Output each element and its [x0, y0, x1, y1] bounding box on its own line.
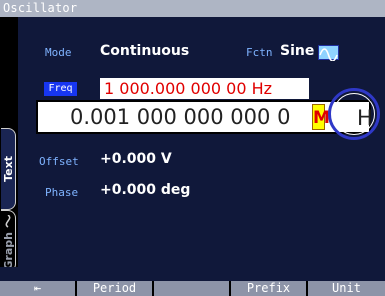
status-bar	[0, 267, 385, 281]
freq-value[interactable]: 1 000.000 000 00 Hz	[100, 78, 309, 99]
offset-label: Offset	[39, 155, 79, 168]
mode-label: Mode	[45, 46, 72, 59]
offset-value[interactable]: +0.000 V	[100, 151, 172, 167]
sine-wave-icon	[5, 215, 11, 228]
tab-text[interactable]: Text	[1, 128, 16, 210]
highlight-circle-inner	[333, 93, 375, 135]
tab-graph-label: Graph	[1, 232, 15, 270]
phase-label: Phase	[45, 186, 79, 199]
fctn-label: Fctn	[246, 46, 273, 59]
phase-value[interactable]: +0.000 deg	[100, 182, 190, 198]
freq-label: Freq	[44, 82, 77, 96]
period-button[interactable]: Period	[77, 281, 152, 296]
back-button[interactable]: ⇤	[0, 281, 75, 296]
tab-graph[interactable]: Graph	[1, 210, 16, 272]
edit-digits: 0.001 000 000 000 0	[70, 105, 291, 129]
unit-button[interactable]: Unit	[308, 281, 385, 296]
window-title: Oscillator	[0, 0, 385, 17]
empty-softkey[interactable]	[154, 281, 229, 296]
tab-text-label: Text	[1, 156, 15, 182]
fctn-value[interactable]: Sine	[280, 43, 314, 59]
softkey-bar: ⇤ Period Prefix Unit	[0, 281, 385, 296]
mode-value[interactable]: Continuous	[100, 43, 189, 59]
sine-wave-icon[interactable]	[318, 45, 339, 62]
digit-cursor[interactable]: M	[312, 104, 330, 130]
prefix-button[interactable]: Prefix	[231, 281, 306, 296]
